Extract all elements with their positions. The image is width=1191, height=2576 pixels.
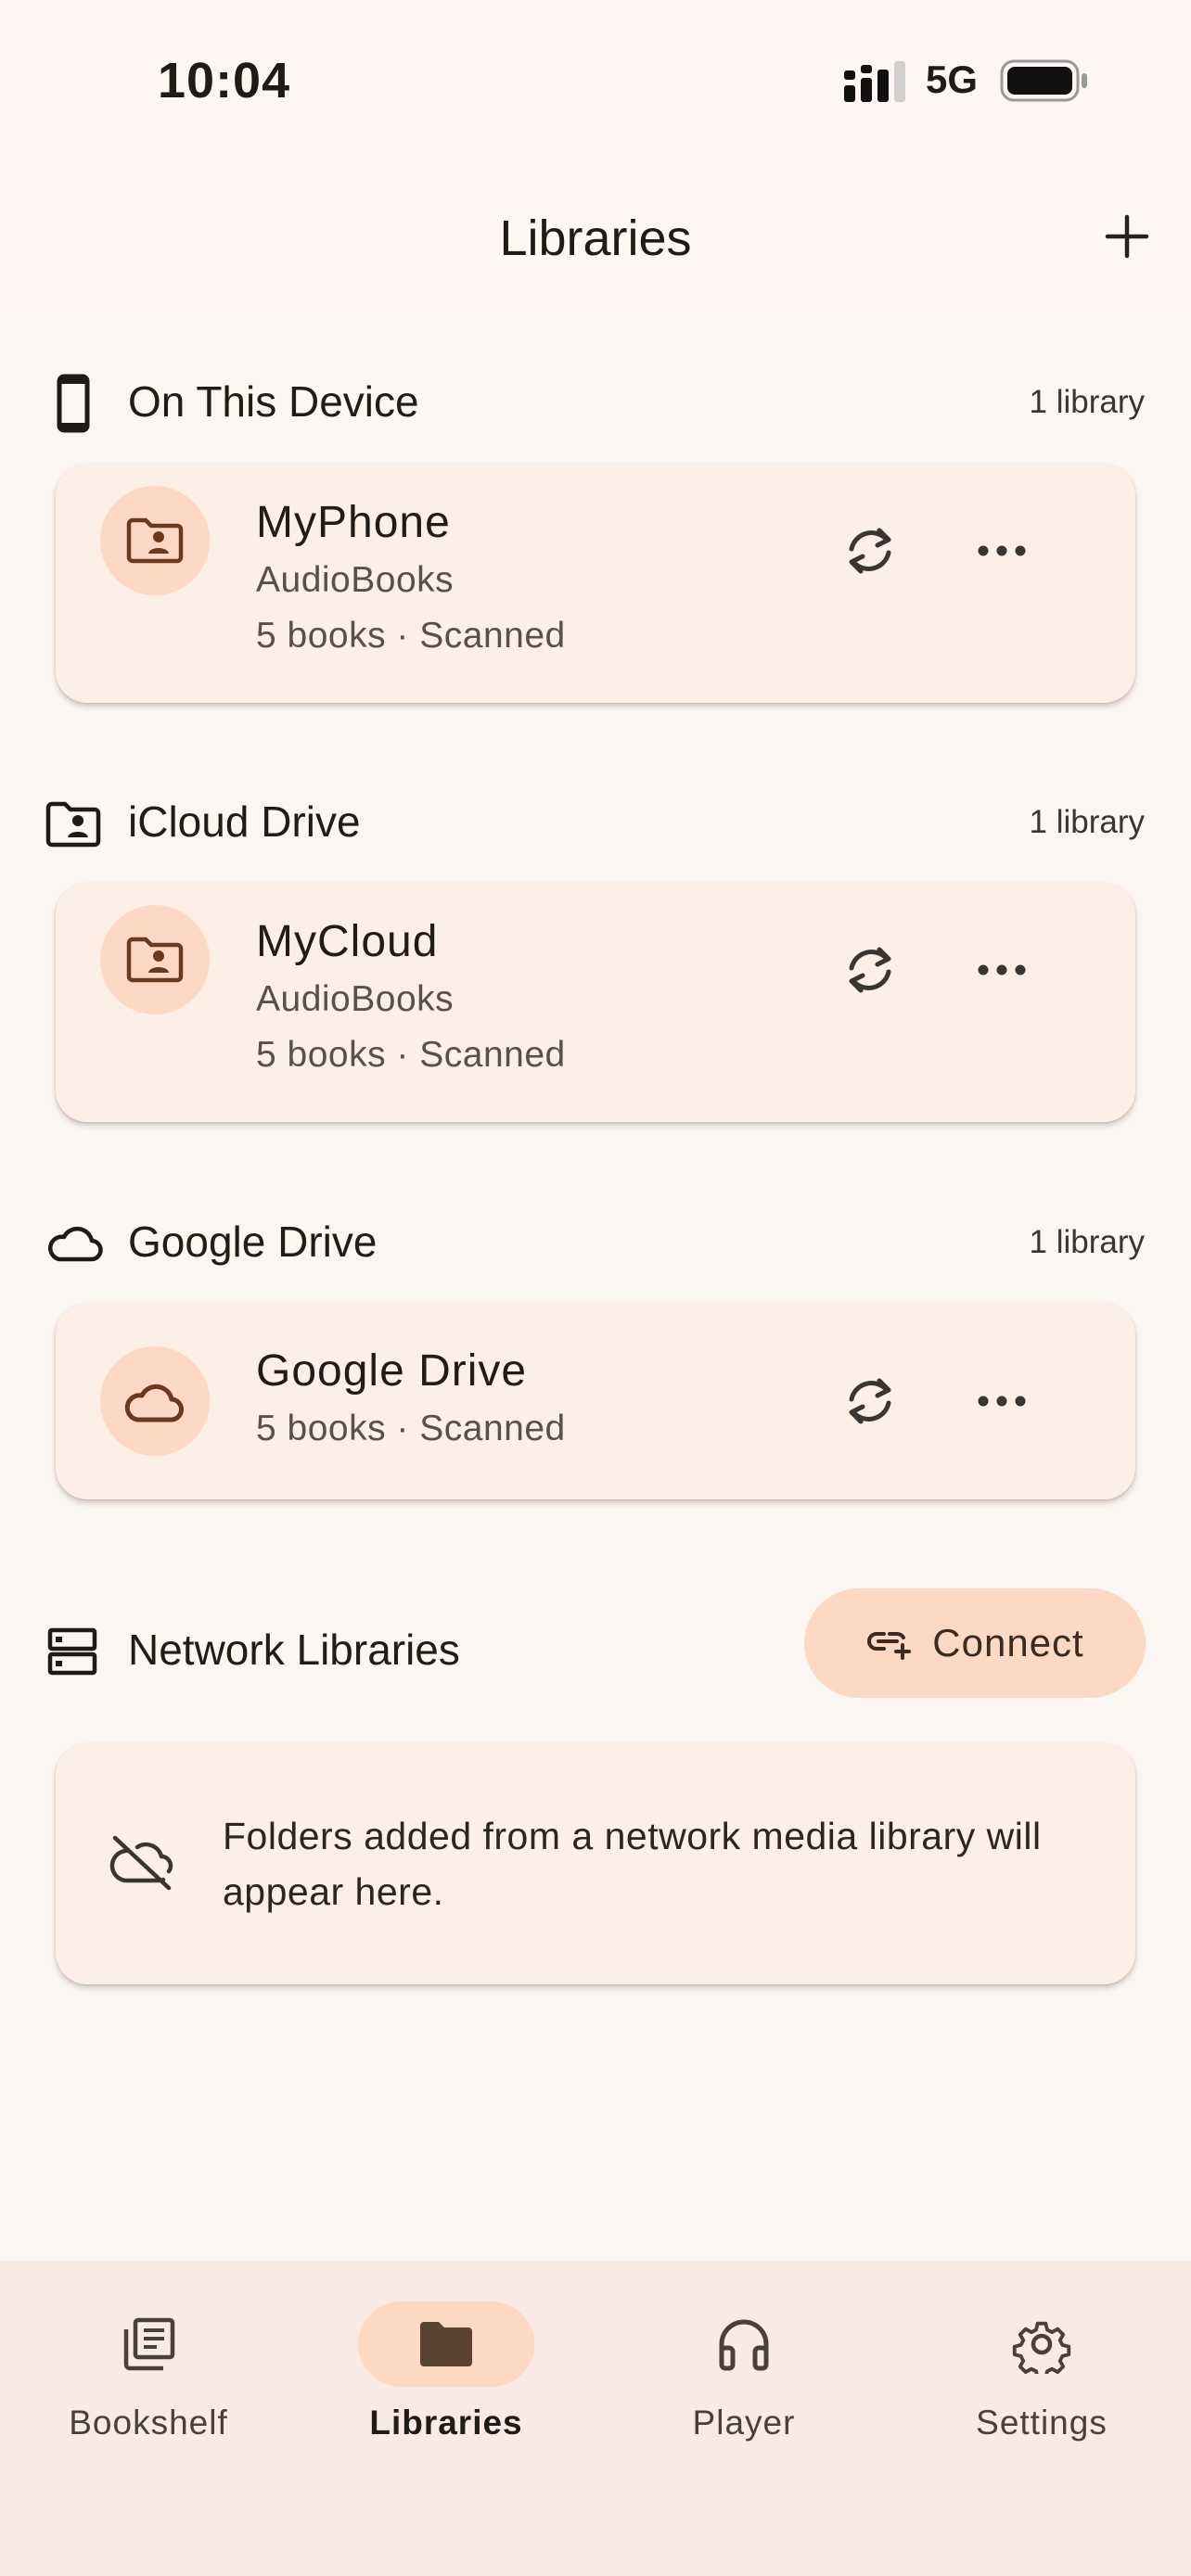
section-count: 1 library (1029, 384, 1145, 420)
sync-button[interactable] (833, 933, 907, 1007)
network-empty-card: Folders added from a network media libra… (56, 1743, 1135, 1984)
cloud-icon (48, 1226, 103, 1262)
section-title: Network Libraries (128, 1626, 460, 1674)
libraries-screen: 10:04 5G Libraries On This Device 1 libr… (0, 0, 1191, 2576)
library-title: MyCloud (256, 917, 439, 966)
library-meta: 5 books · Scanned (256, 1035, 566, 1075)
phone-icon (57, 374, 90, 433)
library-books-icon (123, 2317, 175, 2371)
section-title: On This Device (128, 377, 419, 426)
more-horizontal-icon (978, 545, 1026, 556)
folder-person-icon (126, 517, 184, 564)
sync-button[interactable] (833, 514, 907, 588)
section-title: Google Drive (128, 1218, 378, 1266)
connect-label: Connect (932, 1621, 1084, 1664)
empty-state-text: Folders added from a network media libra… (223, 1815, 1042, 1913)
library-subtitle: AudioBooks (256, 560, 455, 600)
nav-pill (656, 2302, 832, 2387)
add-link-icon (867, 1631, 912, 1660)
sync-button[interactable] (833, 1364, 907, 1438)
nav-label: Player (692, 2404, 796, 2442)
nav-label: Settings (976, 2404, 1108, 2442)
more-options-button[interactable] (965, 933, 1039, 1007)
nav-item-player[interactable]: Player (614, 2302, 874, 2450)
battery-icon (1000, 59, 1087, 102)
status-bar: 10:04 5G (0, 0, 1191, 158)
section-header-icloud: iCloud Drive 1 library (0, 774, 1191, 858)
cloud-off-icon (109, 1835, 173, 1891)
nav-pill (954, 2302, 1130, 2387)
page-title: Libraries (499, 210, 692, 266)
more-horizontal-icon (978, 1396, 1026, 1407)
library-card-mycloud[interactable]: MyCloud AudioBooks 5 books · Scanned (56, 883, 1135, 1122)
nav-item-libraries[interactable]: Libraries (316, 2302, 576, 2450)
connect-button[interactable]: Connect (804, 1588, 1146, 1698)
app-header: Libraries (0, 158, 1191, 320)
folder-person-icon (126, 937, 184, 983)
more-horizontal-icon (978, 964, 1026, 976)
library-card-myphone[interactable]: MyPhone AudioBooks 5 books · Scanned (56, 464, 1135, 703)
status-time: 10:04 (158, 53, 291, 108)
nav-item-bookshelf[interactable]: Bookshelf (19, 2302, 278, 2450)
plus-icon (1105, 214, 1149, 259)
sync-icon (849, 947, 891, 993)
section-header-google: Google Drive 1 library (0, 1194, 1191, 1278)
add-library-button[interactable] (1095, 204, 1159, 269)
section-title: iCloud Drive (128, 797, 361, 846)
more-options-button[interactable] (965, 514, 1039, 588)
gear-icon (1012, 2321, 1071, 2374)
section-count: 1 library (1029, 1224, 1145, 1260)
library-subtitle: AudioBooks (256, 979, 455, 1019)
nav-label: Libraries (369, 2404, 523, 2442)
bottom-navigation: Bookshelf Libraries Player Settings (0, 2261, 1191, 2576)
nav-pill (358, 2302, 534, 2387)
signal-icon (844, 61, 905, 102)
nav-label: Bookshelf (69, 2404, 228, 2442)
library-avatar (100, 1346, 210, 1456)
folder-icon (420, 2322, 472, 2366)
library-meta: 5 books · Scanned (256, 616, 566, 656)
cloud-icon (124, 1384, 184, 1422)
nav-item-settings[interactable]: Settings (912, 2302, 1172, 2450)
sync-icon (849, 1378, 891, 1424)
library-avatar (100, 486, 210, 595)
library-meta: 5 books · Scanned (256, 1409, 566, 1448)
server-icon (47, 1627, 97, 1676)
library-title: Google Drive (256, 1346, 528, 1396)
library-card-google-drive[interactable]: Google Drive 5 books · Scanned (56, 1303, 1135, 1499)
library-title: MyPhone (256, 498, 451, 547)
folder-person-icon (45, 801, 101, 848)
section-header-device: On This Device 1 library (0, 354, 1191, 438)
library-avatar (100, 905, 210, 1014)
network-label: 5G (926, 57, 979, 101)
more-options-button[interactable] (965, 1364, 1039, 1438)
nav-pill (60, 2302, 237, 2387)
headphones-icon (719, 2319, 769, 2371)
sync-icon (849, 528, 891, 574)
section-count: 1 library (1029, 804, 1145, 840)
